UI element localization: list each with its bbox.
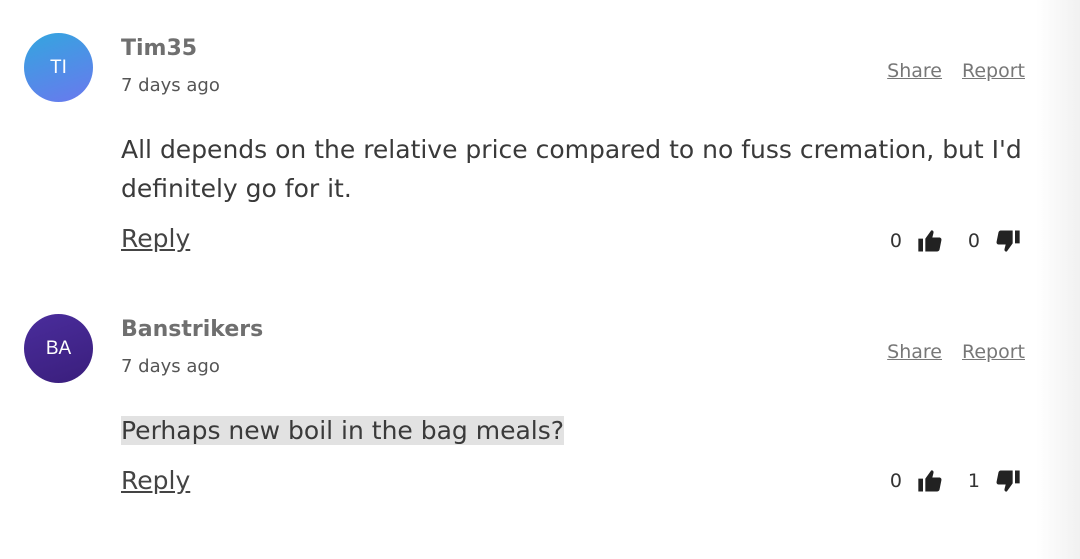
- like-count: 0: [889, 470, 902, 492]
- report-link[interactable]: Report: [962, 341, 1025, 363]
- comment-author: Banstrikers: [121, 317, 264, 342]
- comment-text: All depends on the relative price compar…: [121, 135, 1022, 203]
- vote-controls: 0 0: [890, 227, 1022, 255]
- reply-button[interactable]: Reply: [121, 466, 190, 495]
- comment-text: Perhaps new boil in the bag meals?: [121, 411, 1031, 450]
- thumbs-up-icon[interactable]: [916, 227, 944, 255]
- like-count: 0: [889, 230, 902, 252]
- comment-author: Tim35: [121, 36, 198, 61]
- avatar: TI: [24, 33, 93, 102]
- comment-actions: Share Report: [887, 341, 1025, 363]
- thumbs-up-icon[interactable]: [916, 467, 944, 495]
- share-link[interactable]: Share: [887, 60, 942, 82]
- report-link[interactable]: Report: [962, 60, 1025, 82]
- dislike-count: 0: [967, 230, 980, 252]
- reply-button[interactable]: Reply: [121, 224, 190, 253]
- comment-timestamp: 7 days ago: [121, 75, 220, 96]
- vote-controls: 0 1: [890, 467, 1022, 495]
- dislike-count: 1: [967, 470, 980, 492]
- avatar-initials: TI: [50, 56, 67, 78]
- right-edge-shadow: [1036, 0, 1080, 559]
- avatar-initials: BA: [45, 337, 72, 359]
- comment-timestamp: 7 days ago: [121, 356, 220, 377]
- comment: TI Tim35 7 days ago Share Report All dep…: [0, 0, 1040, 281]
- comment-actions: Share Report: [887, 60, 1025, 82]
- comment: BA Banstrikers 7 days ago Share Report P…: [0, 281, 1040, 559]
- thumbs-down-icon[interactable]: [994, 467, 1022, 495]
- avatar: BA: [24, 314, 93, 383]
- share-link[interactable]: Share: [887, 341, 942, 363]
- thumbs-down-icon[interactable]: [994, 227, 1022, 255]
- selected-text: Perhaps new boil in the bag meals?: [121, 416, 565, 445]
